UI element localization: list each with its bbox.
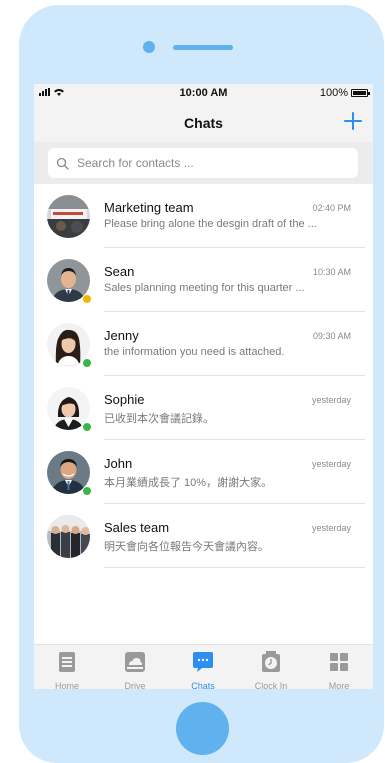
chat-name: Sales team xyxy=(104,520,170,535)
grid-icon xyxy=(330,653,348,671)
chat-bubble-icon xyxy=(193,652,213,672)
chat-time: 09:30 AM xyxy=(312,331,351,341)
tab-label: Clock In xyxy=(254,681,288,689)
chat-preview: Sales planning meeting for this quarter … xyxy=(104,282,305,294)
search-icon xyxy=(56,157,69,170)
tab-label: Drive xyxy=(124,681,146,689)
search-box[interactable] xyxy=(48,148,358,178)
home-button[interactable] xyxy=(176,702,229,755)
status-online-dot xyxy=(82,486,92,496)
search-bar-area xyxy=(34,142,373,184)
app-screen: 10:00 AM 100% Chats Search for contacts … xyxy=(34,84,373,689)
chat-row-sales-team[interactable]: Sales team yesterday 明天會向各位報告今天會議內容。 xyxy=(34,504,373,568)
camera-dot xyxy=(143,41,155,53)
status-away-dot xyxy=(82,294,92,304)
chat-time: yesterday xyxy=(311,523,351,533)
chat-row-sophie[interactable]: Sophie yesterday 已收到本次會議記錄。 xyxy=(34,376,373,440)
search-input[interactable] xyxy=(75,155,349,171)
chat-preview: 本月業績成長了 10%，謝謝大家。 xyxy=(104,477,273,489)
tab-label: Home xyxy=(54,681,79,689)
tab-chats[interactable]: Chats xyxy=(173,651,233,689)
chat-row-john[interactable]: John yesterday 本月業績成長了 10%，謝謝大家。 xyxy=(34,440,373,504)
battery-icon xyxy=(351,89,370,97)
status-bar: 10:00 AM 100% xyxy=(34,84,373,104)
chat-row-jenny[interactable]: Jenny 09:30 AM the information you need … xyxy=(34,312,373,376)
speaker-grille xyxy=(173,45,233,50)
home-icon xyxy=(59,652,75,672)
tab-clock-in[interactable]: Clock In xyxy=(241,651,301,689)
nav-bar: Chats xyxy=(34,104,373,142)
chat-name: John xyxy=(104,456,133,471)
chat-time: 10:30 AM xyxy=(312,267,351,277)
chat-name: Marketing team xyxy=(104,200,194,215)
avatar-group-photo xyxy=(47,515,90,558)
status-online-dot xyxy=(82,358,92,368)
tab-more[interactable]: More xyxy=(309,651,369,689)
chat-preview: 已收到本次會議記錄。 xyxy=(104,413,214,425)
clock-icon xyxy=(262,651,280,672)
chat-list: Marketing team 02:40 PM Please bring alo… xyxy=(34,184,373,568)
tab-bar: Home Drive Chats Clock In More xyxy=(34,644,373,689)
chat-preview: 明天會向各位報告今天會議內容。 xyxy=(104,541,269,553)
chat-preview: the information you need is attached. xyxy=(104,346,285,358)
chat-time: yesterday xyxy=(311,459,351,469)
page-title: Chats xyxy=(184,115,223,131)
tab-label: More xyxy=(328,681,350,689)
row-divider xyxy=(104,567,365,568)
battery-percent: 100% xyxy=(319,87,348,99)
chat-name: Jenny xyxy=(104,328,139,343)
tab-drive[interactable]: Drive xyxy=(105,651,165,689)
chat-row-sean[interactable]: Sean 10:30 AM Sales planning meeting for… xyxy=(34,248,373,312)
chat-time: yesterday xyxy=(311,395,351,405)
chat-time: 02:40 PM xyxy=(312,203,351,213)
cloud-drive-icon xyxy=(125,652,145,672)
tab-home[interactable]: Home xyxy=(37,651,97,689)
chat-row-marketing-team[interactable]: Marketing team 02:40 PM Please bring alo… xyxy=(34,184,373,248)
tab-label: Chats xyxy=(191,681,215,689)
plus-icon[interactable] xyxy=(342,110,364,132)
chat-preview: Please bring alone the desgin draft of t… xyxy=(104,218,317,230)
chat-name: Sophie xyxy=(104,392,145,407)
avatar-group-photo xyxy=(47,195,90,238)
status-online-dot xyxy=(82,422,92,432)
chat-name: Sean xyxy=(104,264,135,279)
